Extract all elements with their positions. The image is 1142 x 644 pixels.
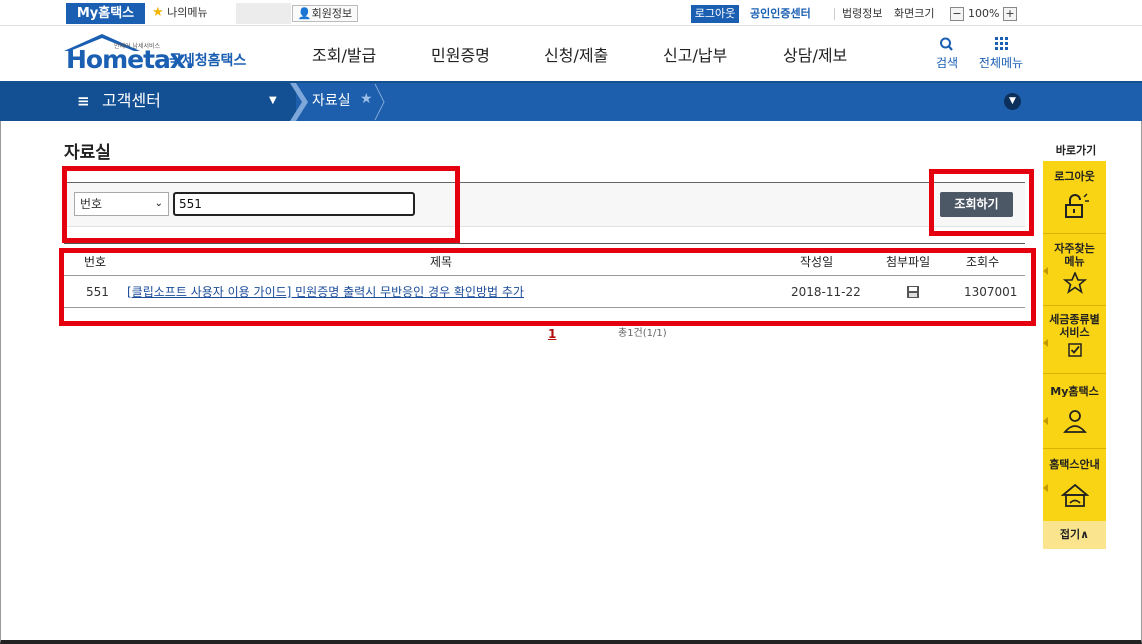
hometax-logo[interactable]: 언제어 납세서비스 Hometax. 국세청홈택스 (62, 33, 247, 77)
pager-total: 총1건(1/1) (618, 328, 667, 339)
member-info-label: 회원정보 (311, 7, 353, 20)
breadcrumb-bar: ≡ 고객센터 ▼ 자료실 ★ ▼ (0, 81, 1142, 121)
search-button[interactable]: 검색 (930, 36, 964, 71)
star-icon: ★ (152, 5, 164, 20)
search-label: 검색 (935, 56, 959, 70)
expand-circle-icon[interactable]: ▼ (1004, 93, 1021, 110)
all-menu-label: 전체메뉴 (978, 56, 1024, 70)
user-icon (1062, 410, 1087, 433)
highlight-box-search (62, 166, 460, 243)
grid-menu-icon (995, 37, 1008, 50)
page-link-1[interactable]: 1 (548, 327, 556, 341)
highlight-box-result (59, 248, 1036, 326)
quick-logout[interactable]: 로그아웃 (1043, 170, 1106, 224)
quick-hometax-guide-label: 홈택스안내 (1049, 458, 1100, 471)
all-menu-button[interactable]: 전체메뉴 (974, 36, 1028, 71)
zoom-value: 100% (968, 7, 1000, 20)
quick-favorites[interactable]: 자주찾는 메뉴 (1043, 242, 1106, 297)
gnb-consult[interactable]: 상담/제보 (783, 46, 847, 66)
my-hometax-button[interactable]: My홈택스 (66, 3, 145, 24)
divider (1043, 305, 1106, 306)
gnb-civil-cert[interactable]: 민원증명 (431, 46, 490, 66)
top-utility-bar: My홈택스 ★ 나의메뉴 👤회원정보 로그아웃 공인인증센터 법령정보 화면크기… (0, 0, 1142, 26)
screen-size-label: 화면크기 (894, 7, 935, 20)
hamburger-icon: ≡ (77, 92, 90, 110)
quick-menu-title: 바로가기 (1055, 144, 1097, 157)
zoom-in-button[interactable]: + (1003, 7, 1017, 21)
breadcrumb-arrow-icon (290, 83, 308, 121)
table-top-border (64, 243, 1025, 244)
star-outline-icon (1062, 270, 1087, 294)
breadcrumb-arrow-end-icon (374, 83, 385, 121)
caret-down-icon: ▼ (269, 95, 277, 106)
gnb-apply[interactable]: 신청/제출 (544, 46, 608, 66)
cert-center-link[interactable]: 공인인증센터 (750, 6, 811, 22)
divider (834, 8, 835, 20)
quick-favorites-label: 자주찾는 메뉴 (1054, 242, 1095, 268)
highlight-box-query (929, 169, 1034, 236)
section-dropdown[interactable]: ≡ 고객센터 ▼ (0, 83, 296, 121)
divider (1043, 448, 1106, 449)
search-icon (940, 37, 953, 51)
quick-fold-button[interactable]: 접기∧ (1043, 521, 1106, 549)
checkbox-icon (1067, 343, 1082, 357)
home-guide-icon (1060, 483, 1089, 507)
law-info-link[interactable]: 법령정보 (842, 6, 882, 22)
unlock-icon (1064, 193, 1089, 218)
quick-my-hometax-label: My홈택스 (1050, 385, 1099, 398)
member-info-button[interactable]: 👤회원정보 (292, 5, 358, 22)
my-menu-link[interactable]: ★ 나의메뉴 (152, 5, 208, 21)
quick-tax-services-label: 세금종류별 서비스 (1049, 313, 1100, 339)
person-icon: 👤 (297, 7, 312, 20)
logout-button[interactable]: 로그아웃 (691, 5, 739, 23)
quick-my-hometax[interactable]: My홈택스 (1043, 385, 1106, 437)
divider (1043, 233, 1106, 234)
quick-logout-label: 로그아웃 (1054, 170, 1095, 183)
quick-hometax-guide[interactable]: 홈택스안내 (1043, 458, 1106, 512)
page-title: 자료실 (64, 143, 111, 163)
logo-korean: 국세청홈택스 (169, 53, 247, 69)
gnb-inquiry[interactable]: 조회/발급 (312, 46, 376, 66)
divider (1043, 373, 1106, 374)
breadcrumb-current[interactable]: 자료실 (312, 92, 351, 110)
zoom-out-button[interactable]: − (950, 7, 964, 21)
user-name-placeholder (236, 3, 291, 24)
quick-tax-services[interactable]: 세금종류별 서비스 (1043, 313, 1106, 360)
favorite-star-icon[interactable]: ★ (360, 91, 373, 107)
section-label: 고객센터 (102, 91, 161, 110)
my-menu-label: 나의메뉴 (167, 6, 208, 19)
gnb-report-pay[interactable]: 신고/납부 (663, 46, 727, 66)
